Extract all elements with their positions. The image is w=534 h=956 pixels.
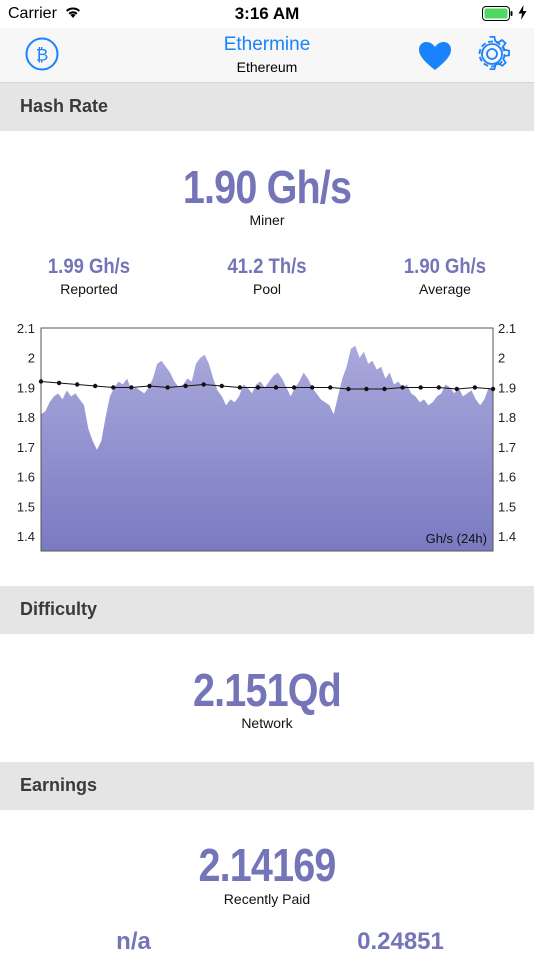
difficulty-label: Network [241,715,293,731]
earnings-label: Recently Paid [223,891,311,907]
average-point [165,385,170,390]
average-point [490,386,496,392]
average-point [328,385,333,390]
y-tick-label-right: 2.1 [498,321,516,336]
y-tick-label-right: 1.5 [498,499,516,514]
y-tick-label-right: 1.8 [498,410,516,425]
average-value: 1.90 Gh/s [403,255,487,278]
y-tick-label-left: 1.9 [17,380,35,395]
pool-stat: 41.2 Th/s Pool [178,255,356,297]
nav-title: Ethermine [223,34,311,55]
y-tick-label-right: 1.9 [498,380,516,395]
status-time: 3:16 AM [234,4,300,23]
average-point [346,386,351,392]
earnings-left-value: n/a [116,928,151,955]
y-tick-label-right: 1.7 [498,440,516,455]
average-point [56,380,62,386]
difficulty-header: Difficulty [0,586,534,634]
average-stat: 1.90 Gh/s Average [356,255,534,297]
y-tick-label-left: 1.8 [17,410,35,425]
hashrate-area-series [41,345,493,551]
average-point [310,385,315,390]
earnings-right-value: 0.24851 [357,928,444,955]
average-label: Average [419,281,471,297]
average-point [219,383,224,389]
average-point [255,385,261,390]
earnings-value: 2.14169 [198,839,337,891]
average-point [183,383,188,389]
y-tick-label-left: 1.7 [17,440,35,455]
average-point [111,385,116,390]
difficulty-title: Difficulty [20,599,98,619]
average-point [75,382,80,387]
earnings-header: Earnings [0,762,534,810]
pool-label: Pool [252,281,282,297]
charging-icon [518,5,527,20]
y-tick-label-left: 1.5 [17,499,35,514]
reported-stat: 1.99 Gh/s Reported [0,255,178,297]
average-point [237,385,243,390]
average-point [201,382,206,387]
hash-rate-header: Hash Rate [0,83,534,131]
y-tick-label-left: 1.4 [17,529,35,544]
y-tick-label-right: 1.4 [498,529,516,544]
average-point [147,383,152,389]
miner-hashrate-value: 1.90 Gh/s [182,161,352,213]
y-tick-label-right: 1.6 [498,470,516,485]
heart-icon[interactable] [417,40,453,72]
battery-icon [482,6,513,21]
reported-label: Reported [60,281,118,297]
average-point [38,379,44,384]
average-point [273,385,279,390]
earnings-title: Earnings [20,775,98,795]
average-point [382,386,387,392]
status-bar: Carrier 3:16 AM [0,0,534,28]
average-point [454,386,459,392]
navigation-bar: ₿ Ethermine Ethereum [0,28,534,83]
gear-icon[interactable] [474,36,510,72]
y-tick-label-left: 2.1 [17,321,35,336]
average-point [436,385,441,390]
average-point [93,383,98,389]
y-tick-label-right: 2 [498,351,505,366]
average-point [129,385,134,390]
average-point [418,385,423,390]
hashrate-chart: 2.1 2.1 2 2 1.9 1.9 1.8 1.8 1.7 1.7 1.6 1.6 1.5 1.5 1.… [17,321,516,552]
average-point [364,386,369,392]
average-point [291,385,297,390]
nav-subtitle: Ethereum [236,59,298,75]
hash-rate-title: Hash Rate [20,96,109,116]
y-tick-label-left: 1.6 [17,470,35,485]
miner-label: Miner [249,212,285,228]
average-point [400,385,405,390]
average-point [472,385,478,390]
chart-unit-label: Gh/s (24h) [426,531,487,546]
reported-value: 1.99 Gh/s [47,255,131,278]
pool-value: 41.2 Th/s [227,255,307,278]
y-tick-label-left: 2 [28,351,35,366]
difficulty-value: 2.151Qd [193,664,342,716]
